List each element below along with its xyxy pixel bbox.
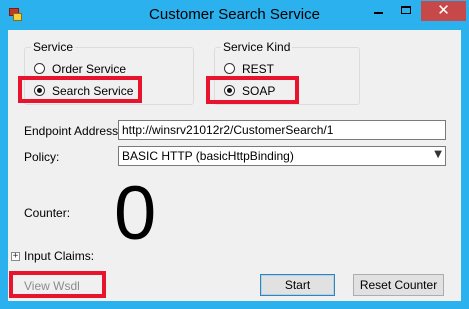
radio-label: REST	[242, 62, 275, 76]
policy-select[interactable]: BASIC HTTP (basicHttpBinding) ▼	[118, 146, 446, 166]
policy-selected-value: BASIC HTTP (basicHttpBinding)	[122, 149, 294, 163]
policy-label: Policy:	[24, 150, 60, 164]
radio-indicator[interactable]	[34, 63, 45, 74]
endpoint-label: Endpoint Address:	[24, 124, 122, 138]
title-bar[interactable]: Customer Search Service ✕	[0, 0, 469, 30]
radio-order-service[interactable]: Order Service	[34, 61, 184, 77]
main-window: Customer Search Service ✕ Service Order …	[0, 0, 469, 309]
input-claims-label: Input Claims:	[24, 249, 95, 263]
counter-label: Counter:	[24, 206, 71, 220]
close-icon: ✕	[437, 1, 450, 19]
service-kind-group-label: Service Kind	[221, 40, 293, 54]
client-area: Service Order Service Search Service Ser…	[8, 30, 461, 301]
close-button[interactable]: ✕	[421, 1, 466, 21]
counter-value: 0	[114, 171, 157, 256]
minimize-icon	[374, 12, 383, 14]
reset-counter-button[interactable]: Reset Counter	[353, 274, 444, 296]
highlight-view-wsdl	[9, 271, 106, 298]
start-button[interactable]: Start	[260, 274, 335, 296]
expand-icon[interactable]: +	[11, 252, 20, 261]
highlight-search-service	[18, 76, 142, 103]
radio-rest[interactable]: REST	[224, 61, 324, 77]
radio-label: Order Service	[52, 62, 127, 76]
radio-indicator[interactable]	[224, 63, 235, 74]
service-group-label: Service	[31, 40, 76, 54]
highlight-soap	[206, 76, 299, 104]
endpoint-address-input[interactable]: http://winsrv21012r2/CustomerSearch/1	[118, 120, 446, 140]
minimize-button[interactable]	[365, 1, 392, 21]
maximize-icon	[401, 6, 411, 14]
maximize-button[interactable]	[393, 1, 420, 21]
chevron-down-icon[interactable]: ▼	[434, 149, 442, 160]
